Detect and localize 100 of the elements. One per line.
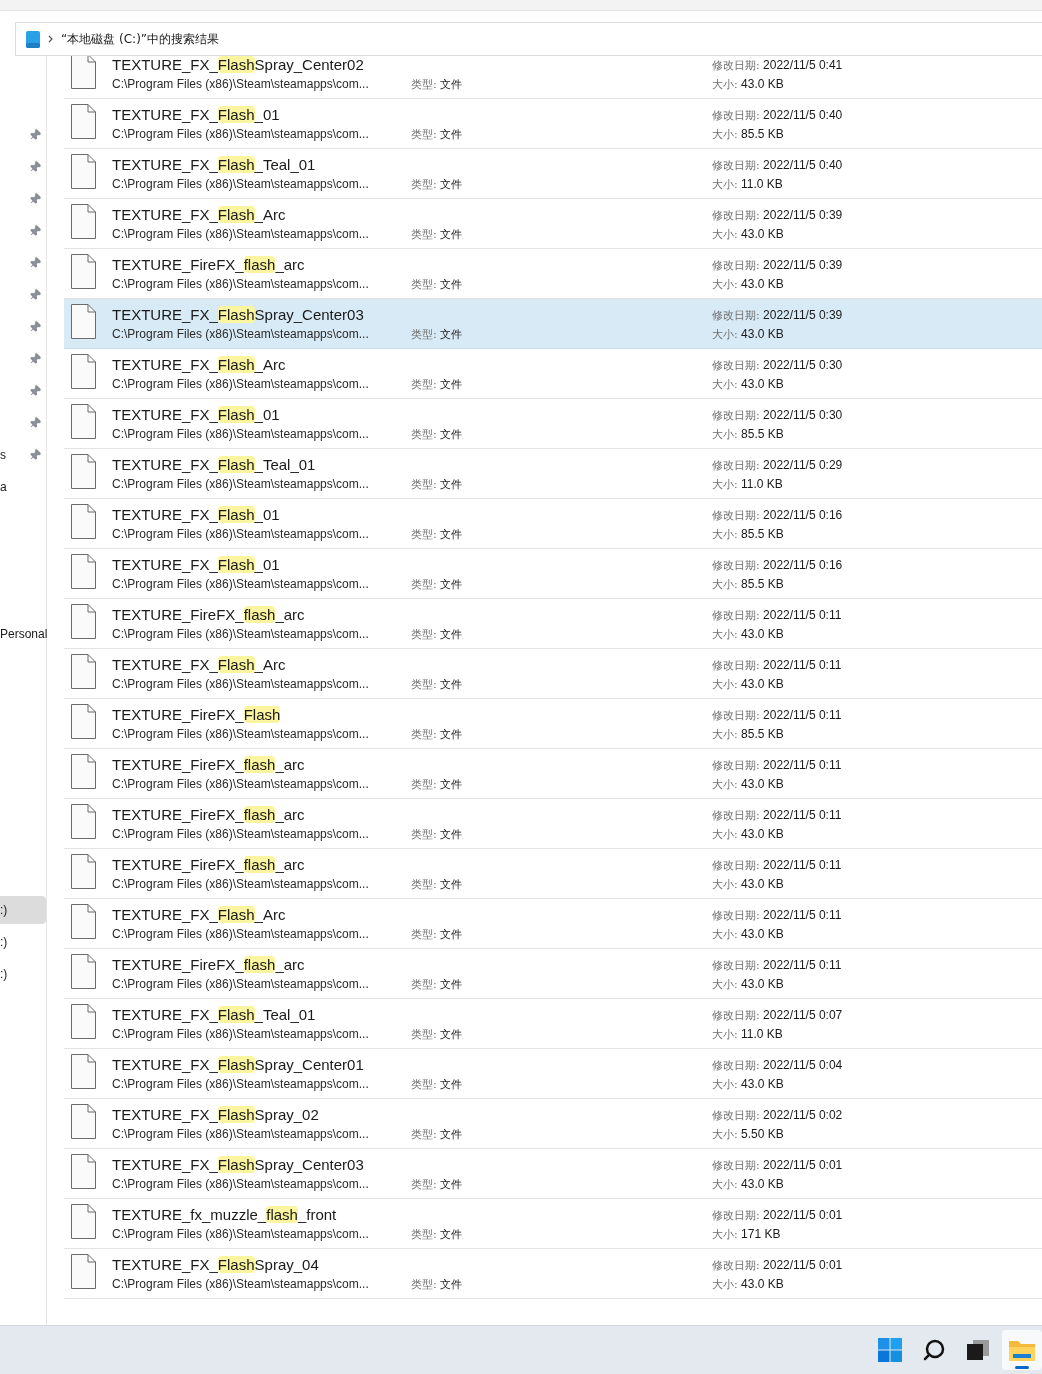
- type-label: 类型:: [411, 178, 437, 191]
- result-row[interactable]: TEXTURE_FireFX_Flash 修改日期: 2022/11/5 0:11 C:\Program Files (x86)\Steam\steamapps\com... 类型: 文件 大小: 85.5 KB: [64, 699, 1042, 749]
- file-name: TEXTURE_FX_FlashSpray_Center02: [112, 56, 365, 75]
- date-value: 2022/11/5 0:29: [763, 458, 843, 472]
- type-label: 类型:: [411, 628, 437, 641]
- size-label: 大小:: [712, 228, 738, 241]
- result-row[interactable]: TEXTURE_FX_Flash_Teal_01 修改日期: 2022/11/5 0:29 C:\Program Files (x86)\Steam\steamapps\com... 类型: 文件 大小: 11.0 KB: [64, 449, 1042, 499]
- file-path: C:\Program Files (x86)\Steam\steamapps\com...: [112, 726, 370, 743]
- size-value: 85.5 KB: [741, 427, 784, 441]
- size-value: 43.0 KB: [741, 327, 784, 341]
- result-row[interactable]: TEXTURE_FX_FlashSpray_Center03 修改日期: 2022/11/5 0:39 C:\Program Files (x86)\Steam\steamapps\com... 类型: 文件 大小: 43.0 KB: [64, 299, 1042, 349]
- size-label: 大小:: [712, 878, 738, 891]
- sidebar-item[interactable]: :): [0, 896, 46, 924]
- sidebar-item[interactable]: Personal: [0, 620, 46, 648]
- type-value: 文件: [440, 1178, 463, 1191]
- result-row[interactable]: TEXTURE_FX_Flash_01 修改日期: 2022/11/5 0:40 C:\Program Files (x86)\Steam\steamapps\com... 类型: 文件 大小: 85.5 KB: [64, 99, 1042, 149]
- file-path: C:\Program Files (x86)\Steam\steamapps\com...: [112, 1126, 370, 1143]
- result-row[interactable]: TEXTURE_FX_Flash_01 修改日期: 2022/11/5 0:16 C:\Program Files (x86)\Steam\steamapps\com... 类型: 文件 大小: 85.5 KB: [64, 499, 1042, 549]
- result-row[interactable]: TEXTURE_FX_Flash_Teal_01 修改日期: 2022/11/5 0:07 C:\Program Files (x86)\Steam\steamapps\com... 类型: 文件 大小: 11.0 KB: [64, 999, 1042, 1049]
- size-label: 大小:: [712, 678, 738, 691]
- size-value: 43.0 KB: [741, 227, 784, 241]
- result-row[interactable]: TEXTURE_FireFX_flash_arc 修改日期: 2022/11/5 0:11 C:\Program Files (x86)\Steam\steamapps\com... 类型: 文件 大小: 43.0 KB: [64, 949, 1042, 999]
- type-value: 文件: [440, 578, 463, 591]
- result-row[interactable]: TEXTURE_FX_Flash_Arc 修改日期: 2022/11/5 0:11 C:\Program Files (x86)\Steam\steamapps\com... 类型: 文件 大小: 43.0 KB: [64, 899, 1042, 949]
- sidebar-item[interactable]: s: [0, 441, 46, 469]
- file-icon: [70, 953, 97, 990]
- file-name: TEXTURE_FX_FlashSpray_04: [112, 1255, 320, 1275]
- file-path: C:\Program Files (x86)\Steam\steamapps\com...: [112, 426, 370, 443]
- type-value: 文件: [440, 228, 463, 241]
- date-value: 2022/11/5 0:11: [763, 858, 842, 872]
- size-value: 43.0 KB: [741, 777, 784, 791]
- size-label: 大小:: [712, 978, 738, 991]
- file-name: TEXTURE_FX_Flash_01: [112, 405, 281, 425]
- folder-icon: [1009, 1339, 1035, 1361]
- size-label: 大小:: [712, 428, 738, 441]
- date-value: 2022/11/5 0:40: [763, 158, 843, 172]
- type-label: 类型:: [411, 878, 437, 891]
- file-path: C:\Program Files (x86)\Steam\steamapps\com...: [112, 376, 370, 393]
- file-icon: [70, 753, 97, 790]
- result-row[interactable]: TEXTURE_FX_FlashSpray_Center02 修改日期: 2022/11/5 0:41 C:\Program Files (x86)\Steam\steamapps\com... 类型: 文件 大小: 43.0 KB: [64, 56, 1042, 99]
- sidebar-item[interactable]: :): [0, 928, 46, 956]
- file-icon: [70, 1153, 97, 1190]
- result-row[interactable]: TEXTURE_FireFX_flash_arc 修改日期: 2022/11/5 0:11 C:\Program Files (x86)\Steam\steamapps\com... 类型: 文件 大小: 43.0 KB: [64, 749, 1042, 799]
- date-value: 2022/11/5 0:11: [763, 608, 842, 622]
- result-row[interactable]: TEXTURE_fx_muzzle_flash_front 修改日期: 2022/11/5 0:01 C:\Program Files (x86)\Steam\steamapps\com... 类型: 文件 大小: 171 KB: [64, 1199, 1042, 1249]
- type-label: 类型:: [411, 428, 437, 441]
- address-bar[interactable]: “本地磁盘 (C:)”中的搜索结果: [15, 22, 1042, 56]
- date-label: 修改日期:: [712, 1259, 760, 1272]
- size-value: 85.5 KB: [741, 727, 784, 741]
- sidebar-item[interactable]: a: [0, 473, 46, 501]
- sidebar-label: a: [0, 479, 7, 496]
- result-row[interactable]: TEXTURE_FX_Flash_Teal_01 修改日期: 2022/11/5 0:40 C:\Program Files (x86)\Steam\steamapps\com... 类型: 文件 大小: 11.0 KB: [64, 149, 1042, 199]
- result-row[interactable]: TEXTURE_FX_Flash_01 修改日期: 2022/11/5 0:16 C:\Program Files (x86)\Steam\steamapps\com... 类型: 文件 大小: 85.5 KB: [64, 549, 1042, 599]
- type-value: 文件: [440, 828, 463, 841]
- size-value: 85.5 KB: [741, 577, 784, 591]
- type-value: 文件: [440, 528, 463, 541]
- size-label: 大小:: [712, 278, 738, 291]
- file-path: C:\Program Files (x86)\Steam\steamapps\com...: [112, 976, 370, 993]
- date-value: 2022/11/5 0:30: [763, 358, 843, 372]
- date-label: 修改日期:: [712, 809, 760, 822]
- result-row[interactable]: TEXTURE_FX_FlashSpray_04 修改日期: 2022/11/5 0:01 C:\Program Files (x86)\Steam\steamapps\com... 类型: 文件 大小: 43.0 KB: [64, 1249, 1042, 1299]
- date-label: 修改日期:: [712, 659, 760, 672]
- file-path: C:\Program Files (x86)\Steam\steamapps\com...: [112, 76, 370, 93]
- result-row[interactable]: TEXTURE_FireFX_flash_arc 修改日期: 2022/11/5 0:11 C:\Program Files (x86)\Steam\steamapps\com... 类型: 文件 大小: 43.0 KB: [64, 799, 1042, 849]
- file-icon: [70, 353, 97, 390]
- result-row[interactable]: TEXTURE_FX_Flash_Arc 修改日期: 2022/11/5 0:39 C:\Program Files (x86)\Steam\steamapps\com... 类型: 文件 大小: 43.0 KB: [64, 199, 1042, 249]
- type-value: 文件: [440, 778, 463, 791]
- result-row[interactable]: TEXTURE_FireFX_flash_arc 修改日期: 2022/11/5 0:11 C:\Program Files (x86)\Steam\steamapps\com... 类型: 文件 大小: 43.0 KB: [64, 599, 1042, 649]
- sidebar-label: Personal: [0, 626, 48, 643]
- file-name: TEXTURE_FX_Flash_Teal_01: [112, 1005, 317, 1025]
- result-row[interactable]: TEXTURE_FX_Flash_01 修改日期: 2022/11/5 0:30 C:\Program Files (x86)\Steam\steamapps\com... 类型: 文件 大小: 85.5 KB: [64, 399, 1042, 449]
- file-icon: [70, 603, 97, 640]
- result-row[interactable]: TEXTURE_FX_Flash_Arc 修改日期: 2022/11/5 0:11 C:\Program Files (x86)\Steam\steamapps\com... 类型: 文件 大小: 43.0 KB: [64, 649, 1042, 699]
- breadcrumb-text[interactable]: “本地磁盘 (C:)”中的搜索结果: [61, 30, 220, 48]
- sidebar-item[interactable]: :): [0, 960, 46, 988]
- type-label: 类型:: [411, 828, 437, 841]
- type-label: 类型:: [411, 1078, 437, 1091]
- size-value: 43.0 KB: [741, 877, 784, 891]
- file-name: TEXTURE_fx_muzzle_flash_front: [112, 1205, 338, 1225]
- file-icon: [70, 653, 97, 690]
- size-value: 11.0 KB: [741, 477, 783, 491]
- result-row[interactable]: TEXTURE_FX_FlashSpray_Center01 修改日期: 2022/11/5 0:04 C:\Program Files (x86)\Steam\steamapps\com... 类型: 文件 大小: 43.0 KB: [64, 1049, 1042, 1099]
- sidebar-label: s: [0, 447, 6, 464]
- result-row[interactable]: TEXTURE_FX_Flash_Arc 修改日期: 2022/11/5 0:30 C:\Program Files (x86)\Steam\steamapps\com... 类型: 文件 大小: 43.0 KB: [64, 349, 1042, 399]
- size-label: 大小:: [712, 728, 738, 741]
- file-icon: [70, 303, 97, 340]
- date-value: 2022/11/5 0:07: [763, 1008, 843, 1022]
- result-row[interactable]: TEXTURE_FX_FlashSpray_02 修改日期: 2022/11/5 0:02 C:\Program Files (x86)\Steam\steamapps\com... 类型: 文件 大小: 5.50 KB: [64, 1099, 1042, 1149]
- size-label: 大小:: [712, 628, 738, 641]
- date-label: 修改日期:: [712, 559, 760, 572]
- type-value: 文件: [440, 428, 463, 441]
- date-value: 2022/11/5 0:11: [763, 958, 842, 972]
- sidebar-label: :): [0, 966, 8, 983]
- file-icon: [70, 903, 97, 940]
- result-row[interactable]: TEXTURE_FireFX_flash_arc 修改日期: 2022/11/5 0:11 C:\Program Files (x86)\Steam\steamapps\com... 类型: 文件 大小: 43.0 KB: [64, 849, 1042, 899]
- date-value: 2022/11/5 0:30: [763, 408, 843, 422]
- date-label: 修改日期:: [712, 209, 760, 222]
- file-name: TEXTURE_FX_Flash_Arc: [112, 655, 287, 675]
- result-row[interactable]: TEXTURE_FX_FlashSpray_Center03 修改日期: 2022/11/5 0:01 C:\Program Files (x86)\Steam\steamapps\com... 类型: 文件 大小: 43.0 KB: [64, 1149, 1042, 1199]
- file-name: TEXTURE_FX_FlashSpray_Center03: [112, 1155, 365, 1175]
